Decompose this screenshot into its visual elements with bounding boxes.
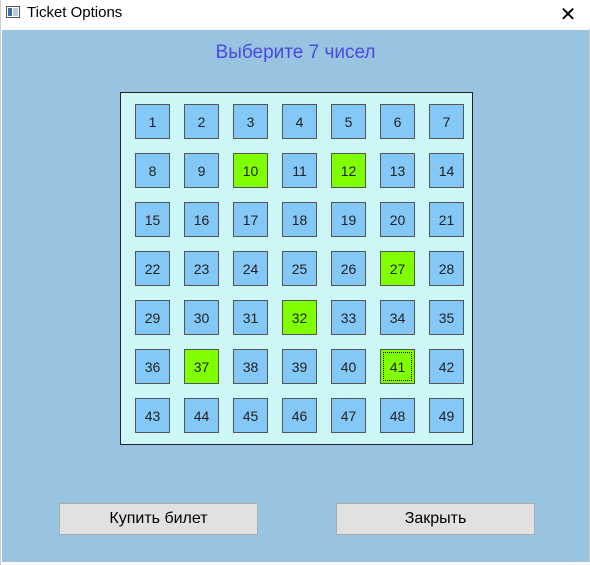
number-cell-16[interactable]: 16 bbox=[184, 202, 219, 237]
number-cell-25[interactable]: 25 bbox=[282, 251, 317, 286]
number-cell-5[interactable]: 5 bbox=[331, 104, 366, 139]
number-cell-27[interactable]: 27 bbox=[380, 251, 415, 286]
number-cell-43[interactable]: 43 bbox=[135, 398, 170, 433]
number-cell-22[interactable]: 22 bbox=[135, 251, 170, 286]
number-cell-39[interactable]: 39 bbox=[282, 349, 317, 384]
number-cell-8[interactable]: 8 bbox=[135, 153, 170, 188]
number-cell-19[interactable]: 19 bbox=[331, 202, 366, 237]
number-cell-38[interactable]: 38 bbox=[233, 349, 268, 384]
number-cell-18[interactable]: 18 bbox=[282, 202, 317, 237]
number-cell-6[interactable]: 6 bbox=[380, 104, 415, 139]
number-grid: 1 2 3 4 5 6 7 8 9 10 11 12 13 14 15 16 17 18 19 20 21 22 23 24 2… bbox=[120, 92, 473, 445]
number-cell-12[interactable]: 12 bbox=[331, 153, 366, 188]
number-cell-4[interactable]: 4 bbox=[282, 104, 317, 139]
window-title: Ticket Options bbox=[27, 4, 123, 21]
title-bar[interactable]: Ticket Options ✕ bbox=[1, 0, 590, 28]
number-cell-40[interactable]: 40 bbox=[331, 349, 366, 384]
number-cell-48[interactable]: 48 bbox=[380, 398, 415, 433]
number-cell-24[interactable]: 24 bbox=[233, 251, 268, 286]
number-cell-23[interactable]: 23 bbox=[184, 251, 219, 286]
number-cell-35[interactable]: 35 bbox=[429, 300, 464, 335]
number-cell-46[interactable]: 46 bbox=[282, 398, 317, 433]
number-cell-28[interactable]: 28 bbox=[429, 251, 464, 286]
ticket-options-panel: Выберите 7 чисел 1 2 3 4 5 6 7 8 9 10 11 12 13 14 15 16… bbox=[2, 30, 589, 562]
number-cell-7[interactable]: 7 bbox=[429, 104, 464, 139]
number-cell-30[interactable]: 30 bbox=[184, 300, 219, 335]
number-cell-37[interactable]: 37 bbox=[184, 349, 219, 384]
number-cell-49[interactable]: 49 bbox=[429, 398, 464, 433]
number-cell-41[interactable]: 41 bbox=[380, 349, 415, 384]
number-cell-26[interactable]: 26 bbox=[331, 251, 366, 286]
number-cell-9[interactable]: 9 bbox=[184, 153, 219, 188]
close-button[interactable]: Закрыть bbox=[336, 503, 535, 535]
number-cell-33[interactable]: 33 bbox=[331, 300, 366, 335]
number-cell-10[interactable]: 10 bbox=[233, 153, 268, 188]
number-cell-21[interactable]: 21 bbox=[429, 202, 464, 237]
number-cell-11[interactable]: 11 bbox=[282, 153, 317, 188]
number-cell-44[interactable]: 44 bbox=[184, 398, 219, 433]
number-cell-15[interactable]: 15 bbox=[135, 202, 170, 237]
number-cell-42[interactable]: 42 bbox=[429, 349, 464, 384]
number-cell-45[interactable]: 45 bbox=[233, 398, 268, 433]
number-cell-29[interactable]: 29 bbox=[135, 300, 170, 335]
close-icon: ✕ bbox=[559, 3, 577, 26]
number-cell-3[interactable]: 3 bbox=[233, 104, 268, 139]
number-cell-17[interactable]: 17 bbox=[233, 202, 268, 237]
close-window-button[interactable]: ✕ bbox=[545, 0, 590, 28]
number-cell-13[interactable]: 13 bbox=[380, 153, 415, 188]
number-cell-36[interactable]: 36 bbox=[135, 349, 170, 384]
app-icon bbox=[6, 6, 20, 18]
number-cell-47[interactable]: 47 bbox=[331, 398, 366, 433]
number-cell-31[interactable]: 31 bbox=[233, 300, 268, 335]
buy-ticket-button[interactable]: Купить билет bbox=[59, 503, 258, 535]
number-cell-32[interactable]: 32 bbox=[282, 300, 317, 335]
number-cell-1[interactable]: 1 bbox=[135, 104, 170, 139]
instruction-heading: Выберите 7 чисел bbox=[215, 42, 376, 63]
number-cell-20[interactable]: 20 bbox=[380, 202, 415, 237]
number-cell-2[interactable]: 2 bbox=[184, 104, 219, 139]
number-cell-14[interactable]: 14 bbox=[429, 153, 464, 188]
ticket-options-window: Ticket Options ✕ Выберите 7 чисел 123456… bbox=[0, 0, 590, 565]
number-cell-34[interactable]: 34 bbox=[380, 300, 415, 335]
